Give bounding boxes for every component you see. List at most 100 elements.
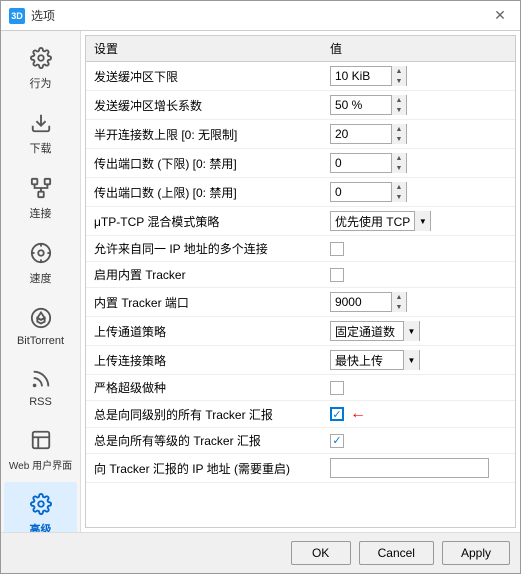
spinner-down[interactable]: ▼ [392, 105, 406, 115]
sidebar: 行为 下载 [1, 31, 81, 532]
setting-value[interactable]: 优先使用 TCP▼ [322, 207, 515, 236]
setting-name: 严格超级做种 [86, 375, 322, 401]
spinner-down[interactable]: ▼ [392, 134, 406, 144]
checkbox[interactable]: ✓ [330, 434, 344, 448]
spinner-input[interactable] [331, 67, 391, 85]
setting-value[interactable]: ▲▼ [322, 178, 515, 207]
table-row: 允许来自同一 IP 地址的多个连接 [86, 236, 515, 262]
sidebar-item-advanced[interactable]: 高级 [4, 482, 77, 532]
setting-name: 发送缓冲区增长系数 [86, 91, 322, 120]
dropdown-text: 固定通道数 [331, 323, 403, 340]
settings-table: 设置 值 发送缓冲区下限▲▼发送缓冲区增长系数▲▼半开连接数上限 [0: 无限制… [86, 36, 515, 483]
col-setting: 设置 [86, 36, 322, 62]
dropdown-arrow-icon[interactable]: ▼ [403, 350, 419, 370]
setting-name: 半开连接数上限 [0: 无限制] [86, 120, 322, 149]
setting-value[interactable]: ▲▼ [322, 120, 515, 149]
sidebar-label-advanced: 高级 [30, 521, 52, 532]
cancel-button[interactable]: Cancel [359, 541, 434, 565]
sidebar-item-rss[interactable]: RSS [4, 357, 77, 416]
highlight-arrow-icon: ← [350, 405, 366, 423]
checkbox[interactable] [330, 242, 344, 256]
sidebar-label-connection: 连接 [30, 205, 52, 221]
spinner-up[interactable]: ▲ [392, 66, 406, 76]
spinner-up[interactable]: ▲ [392, 292, 406, 302]
setting-value[interactable]: ▲▼ [322, 288, 515, 317]
sidebar-label-rss: RSS [29, 396, 52, 408]
window: 3D 选项 ✕ 行为 [0, 0, 521, 574]
webui-icon [27, 426, 55, 454]
spinner-input[interactable] [331, 293, 391, 311]
setting-value[interactable] [322, 262, 515, 288]
setting-name: 上传通道策略 [86, 317, 322, 346]
setting-name: μTP-TCP 混合模式策略 [86, 207, 322, 236]
gear-icon [27, 44, 55, 72]
sidebar-item-behavior[interactable]: 行为 [4, 36, 77, 99]
checkbox[interactable] [330, 381, 344, 395]
setting-name: 启用内置 Tracker [86, 262, 322, 288]
dropdown-text: 最快上传 [331, 352, 403, 369]
setting-value[interactable]: ▲▼ [322, 149, 515, 178]
dropdown-text: 优先使用 TCP [331, 213, 414, 230]
dropdown[interactable]: 最快上传▼ [330, 350, 420, 370]
setting-name: 总是向同级别的所有 Tracker 汇报 [86, 401, 322, 428]
setting-name: 向 Tracker 汇报的 IP 地址 (需要重启) [86, 454, 322, 483]
spinner-up[interactable]: ▲ [392, 153, 406, 163]
setting-name: 上传连接策略 [86, 346, 322, 375]
setting-value[interactable]: ✓← [322, 401, 515, 428]
dropdown-arrow-icon[interactable]: ▼ [414, 211, 430, 231]
spinner-up[interactable]: ▲ [392, 182, 406, 192]
sidebar-label-bittorrent: BitTorrent [17, 335, 64, 347]
spinner-up[interactable]: ▲ [392, 124, 406, 134]
table-row: 总是向所有等级的 Tracker 汇报 ✓ [86, 428, 515, 454]
spinner-input[interactable] [331, 125, 391, 143]
sidebar-item-webui[interactable]: Web 用户界面 [4, 418, 77, 480]
sidebar-item-bittorrent[interactable]: BitTorrent [4, 296, 77, 355]
spinner-down[interactable]: ▼ [392, 302, 406, 312]
advanced-icon [27, 490, 55, 518]
col-value: 值 [322, 36, 515, 62]
setting-name: 内置 Tracker 端口 [86, 288, 322, 317]
setting-value[interactable]: ▲▼ [322, 62, 515, 91]
settings-table-area: 设置 值 发送缓冲区下限▲▼发送缓冲区增长系数▲▼半开连接数上限 [0: 无限制… [85, 35, 516, 528]
dropdown-arrow-icon[interactable]: ▼ [403, 321, 419, 341]
palette-icon [27, 239, 55, 267]
spinner-up[interactable]: ▲ [392, 95, 406, 105]
main-panel: 设置 值 发送缓冲区下限▲▼发送缓冲区增长系数▲▼半开连接数上限 [0: 无限制… [81, 31, 520, 532]
dropdown[interactable]: 优先使用 TCP▼ [330, 211, 431, 231]
setting-value[interactable]: ▲▼ [322, 91, 515, 120]
table-row: 传出端口数 (上限) [0: 禁用]▲▼ [86, 178, 515, 207]
ok-button[interactable]: OK [291, 541, 351, 565]
table-row: 向 Tracker 汇报的 IP 地址 (需要重启) [86, 454, 515, 483]
apply-button[interactable]: Apply [442, 541, 510, 565]
setting-value[interactable]: 固定通道数▼ [322, 317, 515, 346]
checkbox[interactable]: ✓ [330, 407, 344, 421]
table-row: 上传连接策略最快上传▼ [86, 346, 515, 375]
setting-value[interactable] [322, 375, 515, 401]
table-row: 严格超级做种 [86, 375, 515, 401]
spinner-input[interactable] [331, 183, 391, 201]
sidebar-item-download[interactable]: 下载 [4, 101, 77, 164]
spinner-down[interactable]: ▼ [392, 192, 406, 202]
setting-value[interactable]: ✓ [322, 428, 515, 454]
checkbox[interactable] [330, 268, 344, 282]
setting-value[interactable] [322, 236, 515, 262]
content-area: 行为 下载 [1, 31, 520, 532]
setting-name: 传出端口数 (上限) [0: 禁用] [86, 178, 322, 207]
dropdown[interactable]: 固定通道数▼ [330, 321, 420, 341]
table-row: 内置 Tracker 端口▲▼ [86, 288, 515, 317]
spinner-down[interactable]: ▼ [392, 76, 406, 86]
sidebar-label-webui: Web 用户界面 [9, 457, 72, 472]
close-button[interactable]: ✕ [488, 4, 512, 28]
setting-value[interactable]: 最快上传▼ [322, 346, 515, 375]
sidebar-item-connection[interactable]: 连接 [4, 166, 77, 229]
sidebar-label-behavior: 行为 [30, 75, 52, 91]
setting-name: 总是向所有等级的 Tracker 汇报 [86, 428, 322, 454]
title-bar: 3D 选项 ✕ [1, 1, 520, 31]
spinner-down[interactable]: ▼ [392, 163, 406, 173]
sidebar-item-speed[interactable]: 速度 [4, 231, 77, 294]
spinner-input[interactable] [331, 154, 391, 172]
text-input[interactable] [330, 458, 489, 478]
spinner-input[interactable] [331, 96, 391, 114]
download-icon [27, 109, 55, 137]
table-row: 发送缓冲区下限▲▼ [86, 62, 515, 91]
